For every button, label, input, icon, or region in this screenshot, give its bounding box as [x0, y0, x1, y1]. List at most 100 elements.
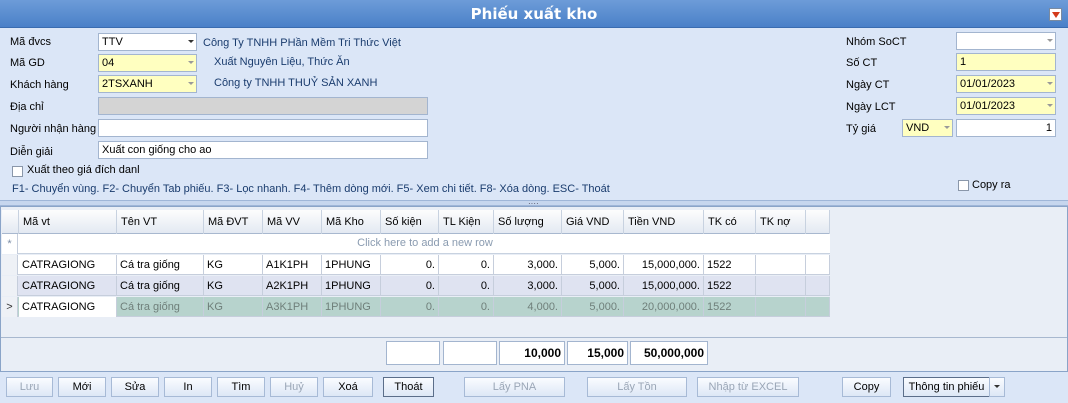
col-ma-vt[interactable]: Mã vt [19, 210, 117, 234]
col-ma-kho[interactable]: Mã Kho [322, 210, 381, 234]
ty-gia-field[interactable]: 1 [956, 119, 1056, 137]
col-ten-vt[interactable]: Tên VT [117, 210, 204, 234]
cell-ten-vt[interactable]: Cá tra giống [117, 255, 204, 275]
collapse-dropdown-icon[interactable] [1049, 8, 1062, 21]
col-tien-vnd[interactable]: Tiền VND [624, 210, 704, 234]
cell-so-kien[interactable]: 0. [381, 276, 439, 296]
cell-ma-dvt[interactable]: KG [204, 297, 263, 317]
cell-tk-co[interactable]: 1522 [704, 255, 756, 275]
cell-ma-vt[interactable]: CATRAGIONG [19, 297, 117, 317]
cell-tk-co[interactable]: 1522 [704, 276, 756, 296]
cell-gia-vnd[interactable]: 5,000. [562, 255, 624, 275]
nguoi-nhan-field[interactable] [98, 119, 428, 137]
cell-ma-kho[interactable]: 1PHUNG [322, 297, 381, 317]
thong-tin-phieu-button[interactable]: Thông tin phiếu [903, 377, 990, 397]
ngay-ct-field[interactable]: 01/01/2023 [956, 75, 1056, 93]
lay-ton-button[interactable]: Lấy Tồn [587, 377, 687, 397]
cell-ma-vt[interactable]: CATRAGIONG [19, 255, 117, 275]
cell-tl-kien[interactable]: 0. [439, 255, 494, 275]
cell-tl-kien[interactable]: 0. [439, 276, 494, 296]
ma-gd-info: Xuất Nguyên Liệu, Thức Ăn [214, 56, 350, 68]
table-row[interactable]: CATRAGIONG Cá tra giống KG A1K1PH 1PHUNG… [2, 255, 830, 275]
nhom-soct-field[interactable] [956, 32, 1056, 50]
khach-hang-field[interactable]: 2TSXANH [98, 75, 197, 93]
chevron-down-icon[interactable] [188, 61, 194, 64]
nguoi-nhan-label: Người nhận hàng [10, 123, 97, 135]
copy-button[interactable]: Copy [842, 377, 891, 397]
chevron-down-icon[interactable] [1047, 104, 1053, 107]
ngay-lct-field[interactable]: 01/01/2023 [956, 97, 1056, 115]
currency-field[interactable]: VND [902, 119, 953, 137]
new-row[interactable]: * Click here to add a new row [2, 234, 830, 254]
nhom-soct-label: Nhóm SoCT [846, 36, 907, 48]
cell-ten-vt[interactable]: Cá tra giống [117, 297, 204, 317]
cell-tien-vnd[interactable]: 15,000,000. [624, 276, 704, 296]
cell-ma-kho[interactable]: 1PHUNG [322, 276, 381, 296]
cell-tien-vnd[interactable]: 15,000,000. [624, 255, 704, 275]
col-ma-dvt[interactable]: Mã ĐVT [204, 210, 263, 234]
col-ma-vv[interactable]: Mã VV [263, 210, 322, 234]
cell-tk-no[interactable] [756, 276, 806, 296]
huy-button[interactable]: Huỷ [270, 377, 318, 397]
col-so-kien[interactable]: Số kiện [381, 210, 439, 234]
cell-ma-vt[interactable]: CATRAGIONG [19, 276, 117, 296]
thoat-button[interactable]: Thoát [383, 377, 434, 397]
cell-so-kien[interactable]: 0. [381, 255, 439, 275]
luu-button[interactable]: Lưu [6, 377, 53, 397]
cell-tien-vnd[interactable]: 20,000,000. [624, 297, 704, 317]
cell-gia-vnd[interactable]: 5,000. [562, 276, 624, 296]
tim-button[interactable]: Tìm [217, 377, 265, 397]
so-ct-field[interactable]: 1 [956, 53, 1056, 71]
current-row-icon: > [2, 297, 18, 317]
cell-ten-vt[interactable]: Cá tra giống [117, 276, 204, 296]
col-tk-co[interactable]: TK có [704, 210, 756, 234]
total-gia-vnd: 15,000 [567, 341, 628, 365]
cell-ma-kho[interactable]: 1PHUNG [322, 255, 381, 275]
detail-grid: Mã vt Tên VT Mã ĐVT Mã VV Mã Kho Số kiện… [0, 206, 1068, 372]
nhap-excel-button[interactable]: Nhập từ EXCEL [697, 377, 799, 397]
chevron-down-icon[interactable] [188, 82, 194, 85]
action-toolbar: Lưu Mới Sửa In Tìm Huỷ Xoá Thoát Lấy PNA… [0, 372, 1068, 403]
chevron-down-icon[interactable] [1047, 39, 1053, 42]
col-tl-kien[interactable]: TL Kiện [439, 210, 494, 234]
cell-tk-co[interactable]: 1522 [704, 297, 756, 317]
ma-gd-field[interactable]: 04 [98, 54, 197, 72]
ngay-ct-label: Ngày CT [846, 79, 890, 91]
cell-extra [806, 276, 830, 296]
cell-so-luong[interactable]: 3,000. [494, 276, 562, 296]
total-so-kien [386, 341, 440, 365]
xoa-button[interactable]: Xoá [323, 377, 373, 397]
copy-ra-checkbox[interactable] [958, 180, 969, 191]
dia-chi-field[interactable] [98, 97, 428, 115]
table-row[interactable]: CATRAGIONG Cá tra giống KG A2K1PH 1PHUNG… [2, 276, 830, 296]
cell-ma-vv[interactable]: A1K1PH [263, 255, 322, 275]
cell-ma-vv[interactable]: A3K1PH [263, 297, 322, 317]
cell-so-kien[interactable]: 0. [381, 297, 439, 317]
col-extra [806, 210, 830, 234]
table-row-selected[interactable]: > CATRAGIONG Cá tra giống KG A3K1PH 1PHU… [2, 297, 830, 317]
dien-giai-field[interactable]: Xuất con giống cho ao [98, 141, 428, 159]
cell-ma-dvt[interactable]: KG [204, 276, 263, 296]
thong-tin-dropdown[interactable] [989, 377, 1005, 397]
chevron-down-icon[interactable] [944, 126, 950, 129]
chevron-down-icon[interactable] [1047, 82, 1053, 85]
grid-header: Mã vt Tên VT Mã ĐVT Mã VV Mã Kho Số kiện… [2, 210, 830, 234]
xuat-theo-gia-checkbox[interactable] [12, 166, 23, 177]
col-gia-vnd[interactable]: Giá VND [562, 210, 624, 234]
cell-tl-kien[interactable]: 0. [439, 297, 494, 317]
in-button[interactable]: In [164, 377, 212, 397]
cell-tk-no[interactable] [756, 297, 806, 317]
cell-so-luong[interactable]: 4,000. [494, 297, 562, 317]
lay-pna-button[interactable]: Lấy PNA [464, 377, 565, 397]
cell-gia-vnd[interactable]: 5,000. [562, 297, 624, 317]
col-so-luong[interactable]: Số lượng [494, 210, 562, 234]
cell-so-luong[interactable]: 3,000. [494, 255, 562, 275]
cell-ma-dvt[interactable]: KG [204, 255, 263, 275]
ma-dvcs-field[interactable]: TTV [98, 33, 197, 51]
moi-button[interactable]: Mới [58, 377, 106, 397]
cell-tk-no[interactable] [756, 255, 806, 275]
sua-button[interactable]: Sửa [111, 377, 159, 397]
chevron-down-icon[interactable] [188, 40, 194, 43]
cell-ma-vv[interactable]: A2K1PH [263, 276, 322, 296]
col-tk-no[interactable]: TK nợ [756, 210, 806, 234]
